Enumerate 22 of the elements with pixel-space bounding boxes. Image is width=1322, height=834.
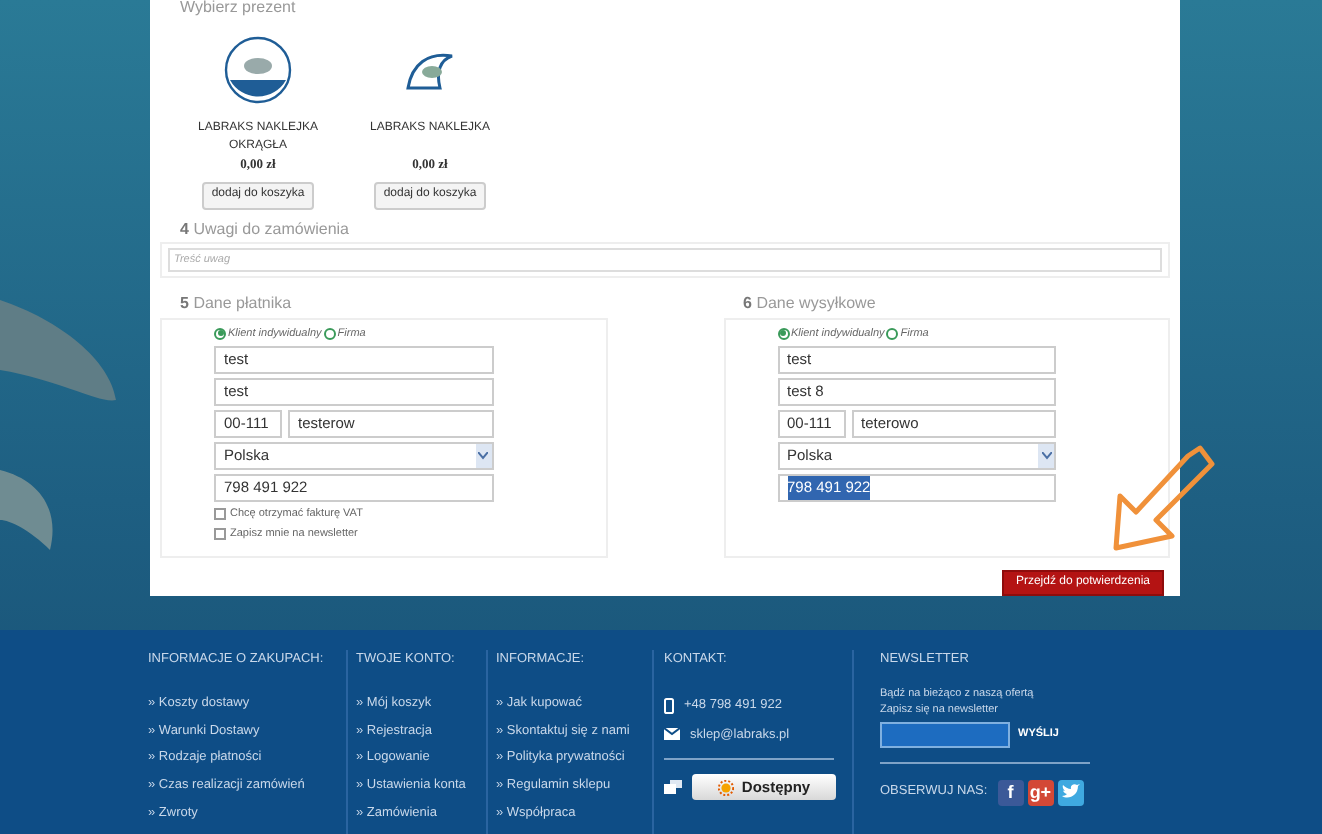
- section-legend: 6 Dane wysyłkowe: [743, 295, 1170, 312]
- section-legend: Wybierz prezent: [180, 0, 1170, 16]
- fish-logo-icon: [224, 36, 292, 104]
- checkbox[interactable]: [214, 528, 226, 541]
- social-link[interactable]: f: [997, 779, 1024, 806]
- radio-button[interactable]: [323, 327, 336, 340]
- social-link[interactable]: g+: [1027, 779, 1054, 806]
- dropdown-icon: [475, 444, 491, 468]
- phone-icon: [664, 697, 674, 714]
- sun-icon: [717, 779, 734, 796]
- chat-bubbles-icon: [664, 780, 682, 795]
- section-legend: 5 Dane płatnika: [180, 295, 607, 312]
- radio-button[interactable]: [777, 327, 789, 340]
- fish-logo-icon: [404, 48, 456, 92]
- bird-icon[interactable]: [1057, 779, 1084, 806]
- dropdown-icon: [1038, 444, 1054, 468]
- radio-button[interactable]: [214, 327, 226, 340]
- email-input[interactable]: [880, 721, 1010, 748]
- checkbox[interactable]: [214, 508, 226, 521]
- radio-button[interactable]: [886, 327, 899, 340]
- section-legend: 4 Uwagi do zamówienia: [180, 221, 1170, 238]
- envelope-icon: [664, 728, 680, 741]
